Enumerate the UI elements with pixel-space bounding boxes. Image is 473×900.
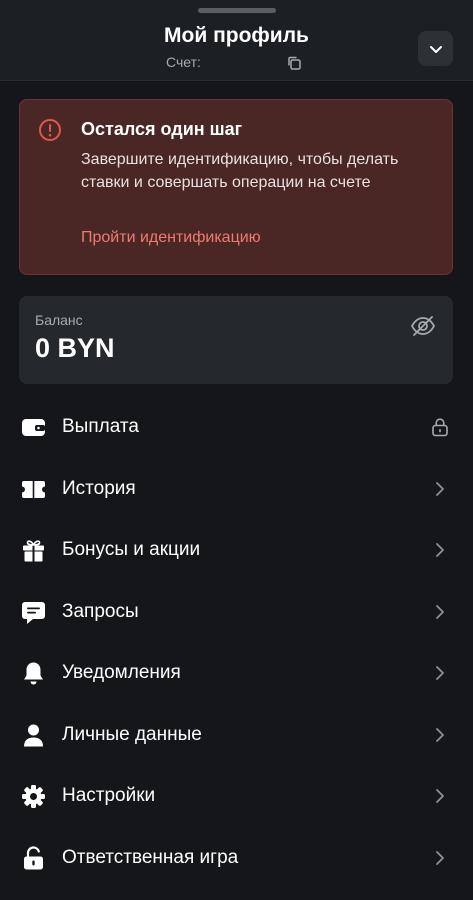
account-label: Счет: (166, 54, 201, 70)
alert-circle-icon (38, 118, 62, 142)
menu-item-bonuses[interactable]: Бонусы и акции (0, 520, 473, 582)
unlock-icon (21, 845, 46, 871)
menu-item-responsible-gaming[interactable]: Ответственная игра (0, 828, 473, 890)
menu-item-notifications[interactable]: Уведомления (0, 643, 473, 705)
chat-icon (21, 600, 46, 625)
warning-title: Остался один шаг (81, 119, 243, 139)
menu-item-label: Выплата (62, 416, 139, 437)
menu-item-requests[interactable]: Запросы (0, 582, 473, 644)
wallet-icon (21, 415, 46, 440)
menu-item-label: История (62, 477, 136, 499)
chevron-right-icon (430, 786, 450, 806)
balance-card: Баланс 0 BYN (19, 296, 453, 384)
menu-item-label: Бонусы и акции (62, 539, 201, 560)
copy-icon[interactable] (287, 56, 301, 70)
eye-off-icon[interactable] (410, 313, 436, 339)
profile-header: Мой профиль Счет: (0, 0, 473, 81)
ticket-icon (21, 477, 46, 502)
balance-value: 0 BYN (35, 333, 115, 363)
gift-icon (21, 538, 46, 563)
sheet-grabber[interactable] (198, 8, 276, 13)
identification-link[interactable]: Пройти идентификацию (81, 229, 261, 247)
warning-text: Завершите идентификацию, чтобы делать ст… (81, 151, 399, 191)
menu-item-label: Настройки (62, 785, 156, 806)
account-row: Счет: (0, 54, 473, 72)
chevron-right-icon (430, 725, 450, 745)
menu-item-label: Уведомления (62, 662, 181, 683)
bell-icon (21, 661, 46, 686)
menu-item-history[interactable]: История (0, 459, 473, 521)
profile-menu: Выплата История Бонусы и акции Запросы У… (0, 397, 473, 889)
user-icon (21, 723, 46, 748)
lock-icon (430, 417, 450, 437)
chevron-right-icon (430, 848, 450, 868)
gear-icon (21, 784, 46, 809)
identification-warning: Остался один шаг Завершите идентификацию… (19, 99, 453, 275)
balance-label: Баланс (35, 312, 83, 328)
chevron-right-icon (430, 663, 450, 683)
page-title: Мой профиль (164, 24, 309, 47)
chevron-right-icon (430, 540, 450, 560)
chevron-right-icon (430, 479, 450, 499)
menu-item-label: Личные данные (62, 723, 202, 745)
menu-item-personal-data[interactable]: Личные данные (0, 705, 473, 767)
profile-screen: Мой профиль Счет: Остался один шаг Завер… (0, 0, 473, 900)
menu-item-settings[interactable]: Настройки (0, 766, 473, 828)
menu-item-payout[interactable]: Выплата (0, 397, 473, 459)
menu-item-label: Запросы (62, 600, 139, 622)
menu-item-label: Ответственная игра (62, 846, 239, 868)
collapse-button[interactable] (418, 31, 453, 66)
chevron-right-icon (430, 602, 450, 622)
chevron-down-icon (429, 45, 442, 53)
